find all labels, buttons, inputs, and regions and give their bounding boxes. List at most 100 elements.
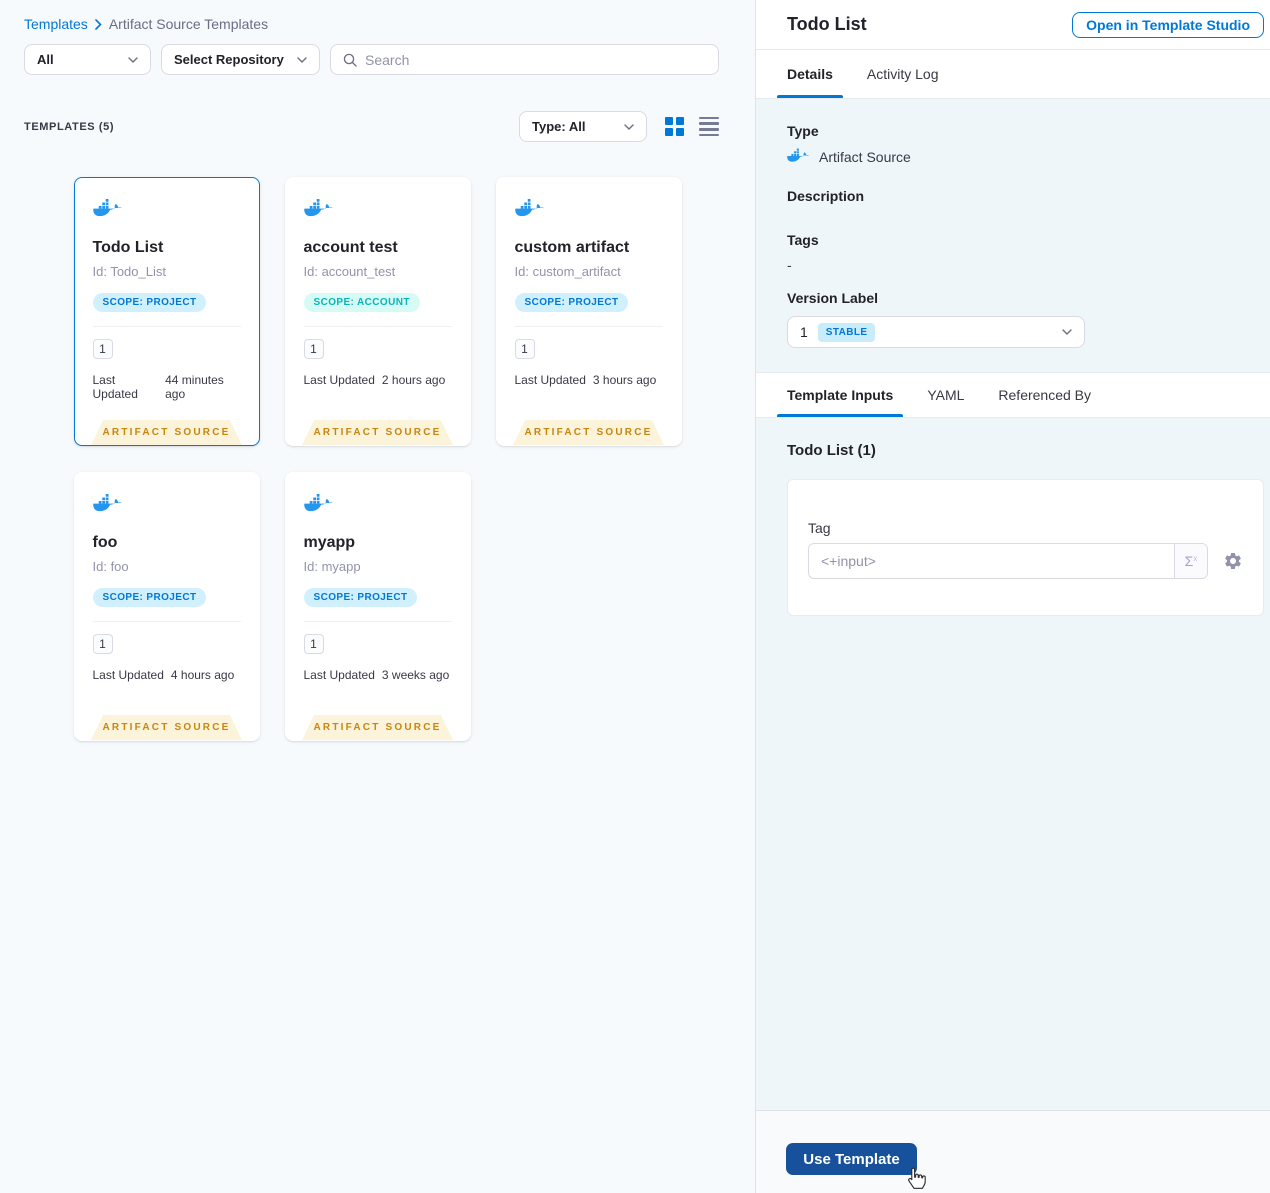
breadcrumb: Templates Artifact Source Templates bbox=[24, 16, 755, 32]
breadcrumb-chevron-icon bbox=[95, 18, 102, 30]
docker-whale-icon bbox=[303, 494, 333, 512]
template-card-name: account test bbox=[303, 239, 398, 256]
last-updated: Last Updated 3 weeks ago bbox=[303, 668, 450, 682]
version-value: 1 bbox=[800, 324, 808, 340]
type-filter-select[interactable]: Type: All bbox=[519, 111, 647, 142]
details-tab-bar: Details Activity Log bbox=[756, 50, 1270, 99]
template-card[interactable]: account test Id: account_test SCOPE: ACC… bbox=[284, 177, 471, 446]
artifact-source-tag: ARTIFACT SOURCE bbox=[91, 420, 242, 445]
artifact-source-tag: ARTIFACT SOURCE bbox=[302, 420, 453, 445]
panel-title: Todo List bbox=[787, 14, 867, 34]
scope-badge: SCOPE: PROJECT bbox=[92, 293, 207, 312]
template-card-name: Todo List bbox=[92, 239, 164, 256]
tab-activity-log[interactable]: Activity Log bbox=[867, 50, 939, 98]
list-view-icon[interactable] bbox=[699, 116, 719, 137]
artifact-source-tag: ARTIFACT SOURCE bbox=[91, 715, 242, 740]
breadcrumb-templates-link[interactable]: Templates bbox=[24, 16, 88, 32]
scope-badge: SCOPE: ACCOUNT bbox=[303, 293, 420, 312]
details-section: Type Artifact Source Description Tags - … bbox=[756, 99, 1270, 372]
docker-whale-icon bbox=[92, 494, 122, 512]
tab-referenced-by[interactable]: Referenced By bbox=[998, 373, 1091, 417]
chevron-down-icon bbox=[128, 56, 138, 63]
template-card-id: Id: foo bbox=[92, 559, 129, 574]
docker-whale-icon bbox=[92, 199, 122, 217]
version-count-chip: 1 bbox=[303, 634, 324, 654]
docker-whale-icon bbox=[514, 199, 544, 217]
last-updated: Last Updated 2 hours ago bbox=[303, 373, 446, 387]
tag-field-label: Tag bbox=[808, 520, 831, 536]
type-label: Type bbox=[787, 123, 819, 139]
tag-input-value: <+input> bbox=[821, 553, 876, 569]
gear-icon[interactable] bbox=[1223, 551, 1243, 571]
chevron-down-icon bbox=[1062, 329, 1072, 335]
artifact-source-tag: ARTIFACT SOURCE bbox=[513, 420, 664, 445]
view-toggle bbox=[665, 116, 719, 137]
search-input[interactable]: Search bbox=[330, 44, 719, 75]
template-card-name: custom artifact bbox=[514, 239, 630, 256]
card-divider bbox=[303, 621, 452, 622]
search-placeholder: Search bbox=[365, 51, 410, 68]
list-header-controls: Type: All bbox=[519, 111, 719, 142]
tags-label: Tags bbox=[787, 232, 819, 248]
last-updated: Last Updated 4 hours ago bbox=[92, 668, 235, 682]
template-card[interactable]: custom artifact Id: custom_artifact SCOP… bbox=[495, 177, 682, 446]
template-card-id: Id: custom_artifact bbox=[514, 264, 621, 279]
chevron-down-icon bbox=[624, 123, 634, 130]
expression-sigma-icon[interactable]: Σx bbox=[1174, 544, 1207, 578]
inputs-card: Tag <+input> Σx bbox=[787, 479, 1264, 616]
template-library-app: Templates Artifact Source Templates All … bbox=[0, 0, 1270, 1193]
card-divider bbox=[92, 621, 241, 622]
version-label: Version Label bbox=[787, 290, 879, 306]
scope-badge: SCOPE: PROJECT bbox=[514, 293, 629, 312]
tag-input-row: <+input> Σx bbox=[808, 543, 1243, 579]
docker-whale-icon bbox=[303, 199, 333, 217]
card-divider bbox=[514, 326, 663, 327]
template-list-panel: Templates Artifact Source Templates All … bbox=[0, 0, 756, 1193]
tab-template-inputs[interactable]: Template Inputs bbox=[776, 373, 904, 417]
version-count-chip: 1 bbox=[303, 339, 324, 359]
template-card[interactable]: myapp Id: myapp SCOPE: PROJECT 1 Last Up… bbox=[284, 472, 471, 741]
template-card-id: Id: account_test bbox=[303, 264, 396, 279]
details-panel-header: Todo List Open in Template Studio bbox=[756, 0, 1270, 50]
tab-yaml[interactable]: YAML bbox=[927, 373, 964, 417]
chevron-down-icon bbox=[297, 56, 307, 63]
template-card-name: myapp bbox=[303, 534, 356, 551]
template-card[interactable]: Todo List Id: Todo_List SCOPE: PROJECT 1… bbox=[73, 177, 260, 446]
tab-details[interactable]: Details bbox=[777, 50, 843, 98]
breadcrumb-current: Artifact Source Templates bbox=[108, 16, 269, 32]
inputs-heading: Todo List (1) bbox=[787, 442, 876, 459]
open-in-template-studio-button[interactable]: Open in Template Studio bbox=[1072, 11, 1264, 38]
scope-badge: SCOPE: PROJECT bbox=[92, 588, 207, 607]
version-select[interactable]: 1 STABLE bbox=[787, 316, 1085, 348]
last-updated: Last Updated 3 hours ago bbox=[514, 373, 657, 387]
template-card-id: Id: myapp bbox=[303, 559, 361, 574]
template-card-id: Id: Todo_List bbox=[92, 264, 166, 279]
templates-count-label: TEMPLATES (5) bbox=[24, 120, 115, 133]
repository-filter-select[interactable]: Select Repository bbox=[161, 44, 320, 75]
version-count-chip: 1 bbox=[514, 339, 535, 359]
list-header: TEMPLATES (5) Type: All bbox=[24, 111, 719, 142]
artifact-source-tag: ARTIFACT SOURCE bbox=[302, 715, 453, 740]
scope-filter-select[interactable]: All bbox=[24, 44, 151, 75]
use-template-button[interactable]: Use Template bbox=[786, 1143, 917, 1175]
card-divider bbox=[303, 326, 452, 327]
card-divider bbox=[92, 326, 241, 327]
scope-badge: SCOPE: PROJECT bbox=[303, 588, 418, 607]
version-count-chip: 1 bbox=[92, 634, 113, 654]
version-count-chip: 1 bbox=[92, 339, 113, 359]
tags-value: - bbox=[787, 257, 792, 273]
panel-footer: Use Template bbox=[756, 1110, 1270, 1193]
template-inputs-content: Todo List (1) Tag <+input> Σx bbox=[756, 418, 1270, 1110]
last-updated: Last Updated 44 minutes ago bbox=[92, 373, 224, 401]
template-card[interactable]: foo Id: foo SCOPE: PROJECT 1 Last Update… bbox=[73, 472, 260, 741]
grid-view-icon[interactable] bbox=[665, 117, 684, 136]
inputs-tab-bar: Template Inputs YAML Referenced By bbox=[756, 372, 1270, 418]
stable-badge: STABLE bbox=[817, 322, 876, 342]
tag-input[interactable]: <+input> Σx bbox=[808, 543, 1208, 579]
description-label: Description bbox=[787, 188, 865, 204]
search-icon bbox=[343, 53, 357, 67]
docker-whale-icon bbox=[787, 148, 810, 162]
type-value: Artifact Source bbox=[819, 149, 911, 165]
filter-row: All Select Repository Search bbox=[24, 44, 719, 75]
template-details-panel: Todo List Open in Template Studio Detail… bbox=[756, 0, 1270, 1193]
